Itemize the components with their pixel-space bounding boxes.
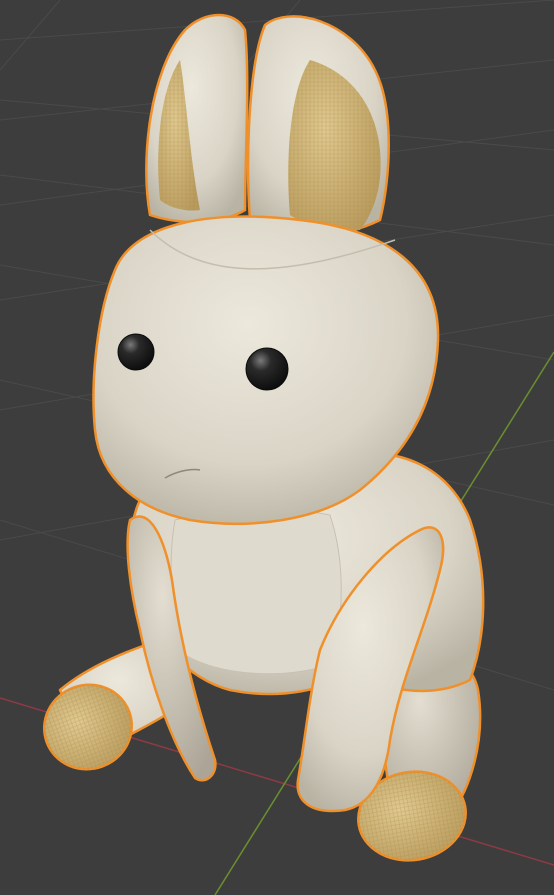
left-eye [117, 333, 155, 371]
stuffed-bunny-model[interactable] [32, 13, 485, 869]
3d-viewport[interactable] [0, 0, 554, 895]
viewport-canvas[interactable] [0, 0, 554, 895]
right-ear[interactable] [246, 15, 390, 237]
right-eye [245, 347, 289, 391]
left-ear[interactable] [145, 13, 249, 224]
chest-panel [170, 509, 342, 675]
